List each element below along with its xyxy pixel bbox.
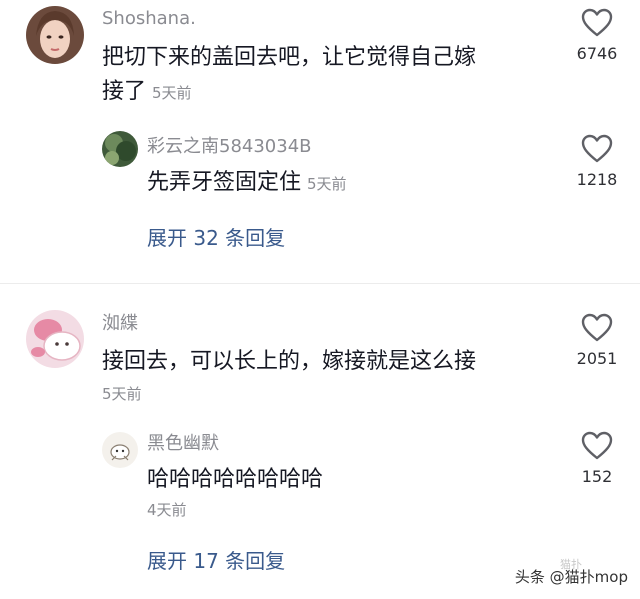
expand-replies-link[interactable]: 展开 32 条回复 xyxy=(147,225,285,251)
comment-text: 接回去，可以长上的，嫁接就是这么接 xyxy=(102,349,477,374)
heart-icon xyxy=(581,313,613,342)
like-count: 6746 xyxy=(576,44,618,63)
comment-text-line: 把切下来的盖回去吧，让它觉得自己嫁 xyxy=(102,45,477,70)
avatar-portrait-icon xyxy=(26,6,84,64)
reply-text: 哈哈哈哈哈哈哈哈 xyxy=(147,467,324,492)
avatar[interactable] xyxy=(26,6,84,64)
like-button[interactable]: 6746 xyxy=(567,8,627,64)
comment-text-line: 接了 5天前 xyxy=(102,75,542,110)
like-button[interactable]: 2051 xyxy=(567,313,627,369)
heart-icon xyxy=(581,8,613,37)
comment-time: 5天前 xyxy=(152,84,192,102)
comment-time: 5天前 xyxy=(102,385,142,403)
like-count: 152 xyxy=(581,467,613,486)
avatar[interactable] xyxy=(102,131,138,167)
comment-text: 把切下来的盖回去吧，让它觉得自己嫁 接了 5天前 xyxy=(102,41,542,110)
avatar[interactable] xyxy=(26,310,84,368)
source-credit: 头条 @猫扑mop xyxy=(514,568,628,586)
reply-text: 先弄牙签固定住 5天前 xyxy=(147,166,347,201)
comment-text-tail: 接了 xyxy=(102,79,147,104)
reply-username[interactable]: 彩云之南5843034B xyxy=(147,136,312,158)
like-button[interactable]: 1218 xyxy=(567,134,627,190)
comment-username[interactable]: Shoshana. xyxy=(102,8,196,30)
expand-replies-link[interactable]: 展开 17 条回复 xyxy=(147,548,285,574)
comment-username[interactable]: 洳緤 xyxy=(102,313,138,335)
avatar[interactable] xyxy=(102,432,138,468)
avatar-nature-icon xyxy=(102,131,138,167)
reply-username[interactable]: 黑色幽默 xyxy=(147,433,219,455)
reply-time: 4天前 xyxy=(147,501,187,519)
divider xyxy=(0,283,640,284)
avatar-sketch-icon xyxy=(102,432,138,468)
avatar-cartoon-icon xyxy=(26,310,84,368)
heart-icon xyxy=(581,431,613,460)
reply-text-body: 先弄牙签固定住 xyxy=(147,170,302,195)
reply-time: 5天前 xyxy=(307,175,347,193)
like-button[interactable]: 152 xyxy=(567,431,627,487)
like-count: 1218 xyxy=(576,170,618,189)
heart-icon xyxy=(581,134,613,163)
like-count: 2051 xyxy=(576,349,618,368)
